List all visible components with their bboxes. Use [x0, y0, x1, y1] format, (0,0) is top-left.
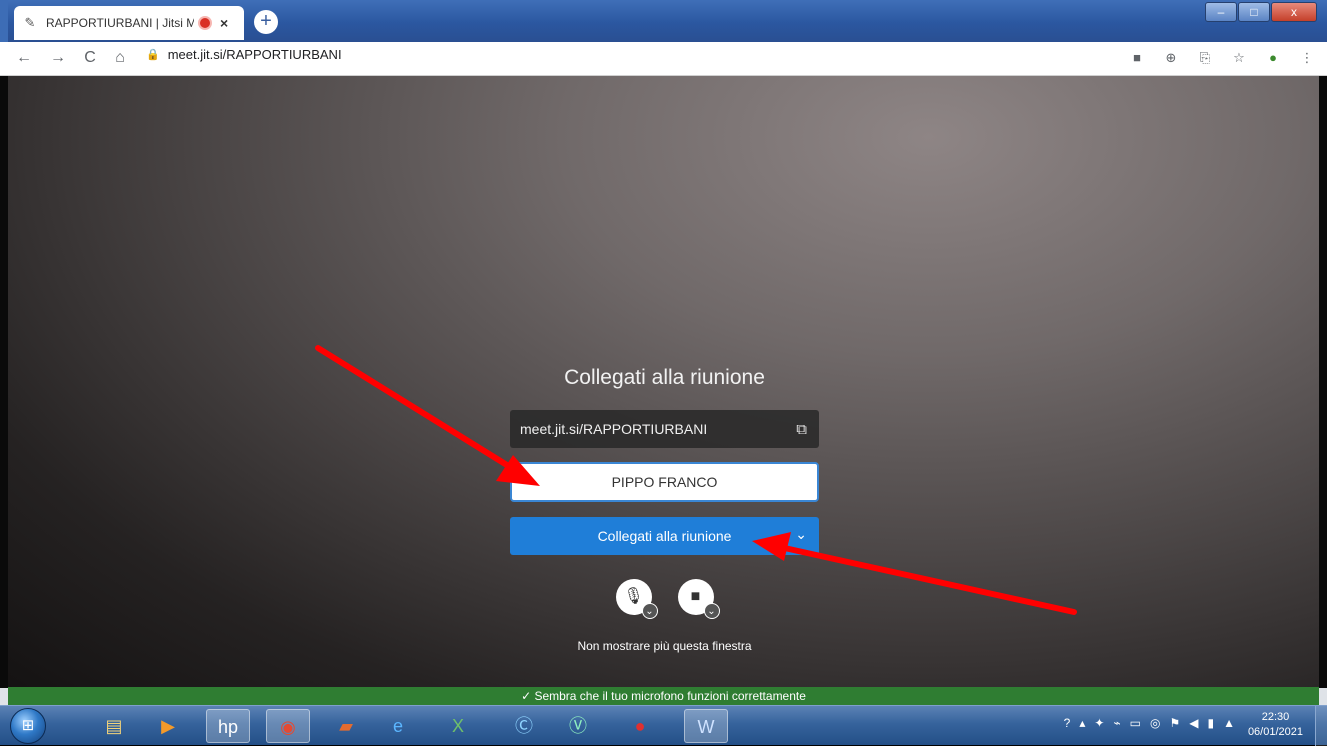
chevron-down-icon[interactable]: ⌄ [795, 526, 807, 543]
network-icon[interactable]: ⌁ [1113, 716, 1120, 730]
microphone-options-icon[interactable]: ⌄ [641, 603, 658, 619]
zoom-icon[interactable]: ⊕ [1163, 50, 1179, 66]
signal-icon[interactable]: ▲ [1223, 716, 1235, 730]
close-window-button[interactable]: x [1271, 2, 1317, 22]
browser-toolbar: ← → C ⌂ 🔒 meet.jit.si/RAPPORTIURBANI ■ ⊕… [0, 42, 1327, 76]
show-desktop-button[interactable] [1315, 706, 1327, 746]
windows-taskbar: ⊞ ▤ ▶ hp ◉ ▰ e X Ⓒ Ⓥ ● W ? ▴ ✦ ⌁ ▭ ◎ ⚑ ◀… [0, 705, 1327, 746]
display-name-input[interactable] [524, 474, 805, 490]
prejoin-panel: Collegati alla riunione meet.jit.si/RAPP… [510, 366, 819, 653]
window-frame-edge [0, 0, 8, 42]
star-icon[interactable]: ☆ [1231, 50, 1247, 66]
window-controls: – □ x [1204, 2, 1317, 22]
back-arrow-icon[interactable]: ← [14, 49, 34, 67]
recording-indicator-icon [200, 18, 210, 28]
c-app-icon[interactable]: Ⓒ [502, 709, 546, 743]
translate-icon[interactable]: ⎘ [1197, 50, 1213, 66]
feather-icon: ✎ [24, 15, 36, 30]
internet-explorer-icon[interactable]: e [376, 709, 420, 743]
meeting-url: meet.jit.si/RAPPORTIURBANI [520, 421, 708, 437]
tray-app-icon[interactable]: ✦ [1094, 716, 1104, 730]
dont-show-again-link[interactable]: Non mostrare più questa finestra [510, 639, 819, 653]
lock-icon: 🔒 [146, 49, 160, 61]
minimize-button[interactable]: – [1205, 2, 1237, 22]
excel-icon[interactable]: X [436, 709, 480, 743]
microphone-icon: 🎙 [623, 588, 644, 605]
tab-title: RAPPORTIURBANI | Jitsi Mee [46, 16, 194, 30]
taskbar-clock[interactable]: 22:30 06/01/2021 [1248, 710, 1303, 740]
menu-dots-icon[interactable]: ⋮ [1299, 50, 1315, 66]
media-buttons: 🎙 ⌄ ■ ⌄ [510, 579, 819, 619]
system-tray: ? ▴ ✦ ⌁ ▭ ◎ ⚑ ◀ ▮ ▲ [1064, 716, 1235, 730]
forward-arrow-icon[interactable]: → [48, 49, 68, 67]
microphone-ok-notice: ✓ Sembra che il tuo microfono funzioni c… [8, 687, 1319, 705]
address-url[interactable]: meet.jit.si/RAPPORTIURBANI [168, 47, 342, 62]
tray-expand-icon[interactable]: ▴ [1079, 716, 1085, 730]
globe-icon[interactable]: ◎ [1150, 716, 1160, 730]
help-icon[interactable]: ? [1064, 716, 1071, 730]
volume-icon[interactable]: ◀ [1189, 716, 1198, 730]
antivirus-icon[interactable]: ● [618, 709, 662, 743]
browser-tab[interactable]: ✎ RAPPORTIURBANI | Jitsi Mee × [14, 6, 244, 40]
browser-titlebar: ✎ RAPPORTIURBANI | Jitsi Mee × + – □ x [0, 0, 1327, 42]
right-page-edge [1319, 76, 1327, 688]
clock-date: 06/01/2021 [1247, 726, 1303, 738]
join-meeting-button[interactable]: Collegati alla riunione ⌄ [510, 517, 819, 555]
start-button[interactable]: ⊞ [10, 708, 46, 744]
reload-icon[interactable]: C [80, 49, 100, 67]
address-bar[interactable]: 🔒 meet.jit.si/RAPPORTIURBANI [146, 47, 342, 62]
chrome-icon[interactable]: ◉ [266, 709, 310, 743]
prejoin-heading: Collegati alla riunione [564, 366, 765, 389]
new-tab-button[interactable]: + [254, 10, 278, 34]
meeting-url-box: meet.jit.si/RAPPORTIURBANI ⧉ [510, 410, 819, 448]
word-icon[interactable]: W [684, 709, 728, 743]
explorer-icon[interactable]: ▤ [92, 709, 136, 743]
window: ✎ RAPPORTIURBANI | Jitsi Mee × + – □ x ←… [0, 0, 1327, 746]
hp-icon[interactable]: hp [206, 709, 250, 743]
left-page-edge [0, 76, 8, 688]
toolbar-icons: ■ ⊕ ⎘ ☆ ● ⋮ [1129, 50, 1315, 66]
monitor-icon[interactable]: ▭ [1130, 716, 1141, 730]
flag-icon[interactable]: ⚑ [1170, 716, 1181, 730]
camera-button[interactable]: ■ ⌄ [677, 579, 720, 619]
camera-icon[interactable]: ■ [1129, 50, 1145, 66]
camera-options-icon[interactable]: ⌄ [703, 603, 720, 619]
copy-icon[interactable]: ⧉ [796, 421, 807, 438]
clock-time: 22:30 [1261, 711, 1290, 723]
v-app-icon[interactable]: Ⓥ [556, 709, 600, 743]
display-name-field[interactable] [510, 462, 819, 502]
microphone-button[interactable]: 🎙 ⌄ [615, 579, 658, 619]
power-icon[interactable]: ▮ [1208, 716, 1215, 730]
maximize-button[interactable]: □ [1238, 2, 1270, 22]
app-icon[interactable]: ▰ [324, 709, 368, 743]
tab-close-button[interactable]: × [220, 15, 228, 31]
join-button-label: Collegati alla riunione [597, 528, 732, 544]
extension-leaf-icon[interactable]: ● [1265, 50, 1281, 66]
jitsi-page: Collegati alla riunione meet.jit.si/RAPP… [0, 76, 1327, 688]
media-player-icon[interactable]: ▶ [146, 709, 190, 743]
home-icon[interactable]: ⌂ [110, 49, 130, 67]
video-camera-icon: ■ [690, 588, 701, 605]
